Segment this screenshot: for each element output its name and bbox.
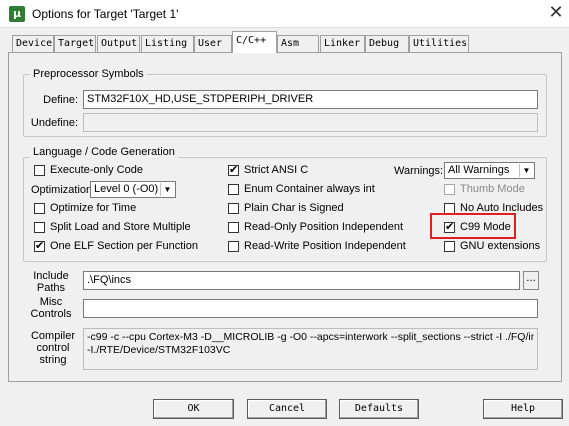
one-elf-section-checkbox[interactable]: ✔ — [34, 239, 45, 252]
optimization-select[interactable]: Level 0 (-O0) ▼ — [90, 181, 176, 198]
tab-listing[interactable]: Listing — [141, 35, 194, 52]
check-mark-icon: ✔ — [35, 239, 45, 252]
compiler-string-line1: -c99 -c --cpu Cortex-M3 -D__MICROLIB -g … — [87, 331, 534, 343]
enum-container-label: Enum Container always int — [244, 183, 375, 195]
define-input[interactable]: STM32F10X_HD,USE_STDPERIPH_DRIVER — [83, 90, 538, 109]
execute-only-label: Execute-only Code — [50, 164, 143, 176]
tab-device[interactable]: Device — [12, 35, 54, 52]
chevron-down-icon: ▼ — [519, 164, 533, 177]
keil-app-icon: µ — [9, 6, 25, 22]
gnu-extensions-label: GNU extensions — [460, 240, 541, 252]
compiler-string-line2: -I./RTE/Device/STM32F103VC — [87, 344, 231, 356]
ok-button[interactable]: OK — [153, 399, 234, 419]
include-paths-label-line1: Include — [33, 270, 69, 282]
misc-controls-input[interactable] — [83, 299, 538, 318]
ro-position-independent-checkbox[interactable] — [228, 222, 239, 233]
window-title: Options for Target 'Target 1' — [32, 7, 179, 21]
undefine-input[interactable] — [83, 113, 538, 132]
misc-controls-label: Misc Controls — [30, 296, 72, 320]
compiler-control-string-textarea[interactable]: -c99 -c --cpu Cortex-M3 -D__MICROLIB -g … — [83, 328, 538, 370]
tab-target[interactable]: Target — [54, 35, 96, 52]
include-paths-input[interactable]: .\FQ\incs — [83, 271, 520, 290]
misc-controls-label-line1: Misc — [39, 296, 63, 308]
tab-debug[interactable]: Debug — [365, 35, 409, 52]
optimization-value: Level 0 (-O0) — [94, 183, 159, 195]
tab-utilities[interactable]: Utilities — [409, 35, 469, 52]
enum-container-checkbox[interactable] — [228, 184, 239, 195]
compiler-label-line1: Compiler — [30, 330, 75, 342]
thumb-mode-label: Thumb Mode — [460, 183, 525, 195]
preprocessor-group-label: Preprocessor Symbols — [30, 68, 147, 80]
define-label: Define: — [43, 94, 78, 106]
plain-char-signed-checkbox[interactable] — [228, 203, 239, 214]
help-button[interactable]: Help — [483, 399, 563, 419]
defaults-button[interactable]: Defaults — [339, 399, 419, 419]
split-load-store-checkbox[interactable] — [34, 222, 45, 233]
include-paths-label-line2: Paths — [36, 282, 66, 294]
one-elf-section-label: One ELF Section per Function — [50, 240, 198, 252]
compiler-label-line3: string — [39, 354, 67, 366]
tab-cc[interactable]: C/C++ — [232, 31, 277, 53]
execute-only-checkbox[interactable] — [34, 165, 45, 176]
rw-position-independent-label: Read-Write Position Independent — [244, 240, 406, 252]
tab-asm[interactable]: Asm — [277, 35, 319, 52]
close-icon[interactable]: ✕ — [544, 2, 568, 24]
compiler-label-line2: control — [36, 342, 70, 354]
include-paths-label: Include Paths — [30, 270, 72, 294]
misc-controls-label-line2: Controls — [30, 308, 72, 320]
tab-user[interactable]: User — [194, 35, 232, 52]
optimize-for-time-checkbox[interactable] — [34, 203, 45, 214]
chevron-down-icon: ▼ — [160, 183, 174, 196]
check-mark-icon: ✔ — [229, 163, 239, 176]
tab-output[interactable]: Output — [97, 35, 140, 52]
ro-position-independent-label: Read-Only Position Independent — [244, 221, 403, 233]
strict-ansi-label: Strict ANSI C — [244, 164, 309, 176]
include-paths-browse-button[interactable]: ... — [523, 271, 539, 290]
rw-position-independent-checkbox[interactable] — [228, 241, 239, 252]
thumb-mode-checkbox[interactable] — [444, 184, 455, 195]
strict-ansi-checkbox[interactable]: ✔ — [228, 163, 239, 176]
plain-char-signed-label: Plain Char is Signed — [244, 202, 344, 214]
tab-linker[interactable]: Linker — [320, 35, 365, 52]
language-group-label: Language / Code Generation — [30, 146, 178, 158]
compiler-control-string-label: Compiler control string — [28, 330, 78, 366]
c99-mode-highlight — [430, 213, 516, 239]
undefine-label: Undefine: — [30, 117, 78, 129]
warnings-label: Warnings: — [394, 165, 444, 177]
optimize-for-time-label: Optimize for Time — [50, 202, 137, 214]
gnu-extensions-checkbox[interactable] — [444, 241, 455, 252]
warnings-value: All Warnings — [448, 164, 510, 176]
split-load-store-label: Split Load and Store Multiple — [50, 221, 191, 233]
cancel-button[interactable]: Cancel — [247, 399, 327, 419]
title-bar: µ Options for Target 'Target 1' ✕ — [0, 0, 569, 28]
warnings-select[interactable]: All Warnings ▼ — [444, 162, 535, 179]
optimization-label: Optimization: — [31, 184, 96, 196]
